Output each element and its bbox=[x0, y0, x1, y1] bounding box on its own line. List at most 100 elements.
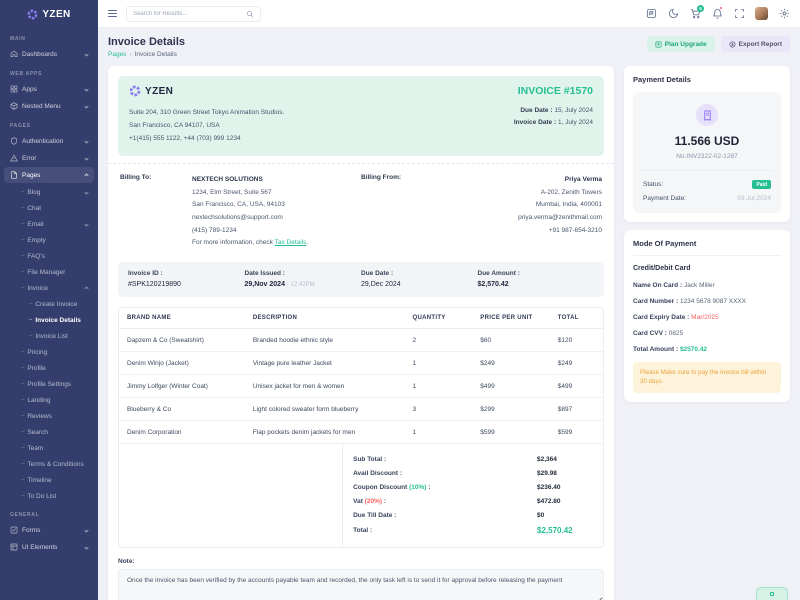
chevron-down-icon bbox=[84, 222, 88, 226]
sidebar-item-team[interactable]: Team bbox=[0, 440, 98, 456]
cell-qty: 2 bbox=[405, 329, 473, 352]
sidebar-item-apps[interactable]: Apps bbox=[4, 81, 94, 97]
sidebar-item-invoice[interactable]: Invoice bbox=[0, 280, 98, 296]
invoice-number: INVOICE #1570 bbox=[514, 85, 593, 97]
sidebar-item-dashboards[interactable]: Dashboards bbox=[4, 46, 94, 62]
sidebar-item-profile-settings[interactable]: Profile Settings bbox=[0, 376, 98, 392]
cell-description: Branded hoodie ethnic style bbox=[245, 329, 405, 352]
user-avatar[interactable] bbox=[755, 7, 768, 20]
invoice-items-box: BRAND NAME DESCRIPTION QUANTITY PRICE PE… bbox=[118, 307, 604, 548]
sidebar-item-create-invoice[interactable]: Create Invoice bbox=[0, 296, 98, 312]
sidebar-item-chat[interactable]: Chat bbox=[0, 200, 98, 216]
invoice-due-date: Due Date : 15, July 2024 bbox=[514, 105, 593, 117]
sidebar-item-profile[interactable]: Profile bbox=[0, 360, 98, 376]
country-flag-icon[interactable] bbox=[645, 8, 657, 20]
nav-label: Search bbox=[27, 429, 48, 436]
sidebar-item-terms-conditions[interactable]: Terms & Conditions bbox=[0, 456, 98, 472]
meta-due-amount: Due Amount : $2,570.42 bbox=[478, 270, 595, 288]
theme-switcher-button[interactable] bbox=[756, 587, 788, 600]
invoice-date-label: Invoice Date : bbox=[514, 119, 556, 126]
switcher-icon bbox=[770, 592, 774, 596]
breadcrumb-parent[interactable]: Pages bbox=[108, 51, 126, 58]
nav-label: Nested Menu bbox=[22, 103, 61, 110]
field-label: Card CVV : bbox=[633, 330, 669, 337]
billing-from-name: Priya Verma bbox=[518, 174, 602, 187]
meta-label: Date Issued : bbox=[245, 270, 362, 277]
tax-details-link[interactable]: Tax Details bbox=[275, 239, 307, 246]
billing-section: Billing To: NEXTECH SOLUTIONS 1234, Elm … bbox=[118, 164, 604, 259]
layout-icon bbox=[10, 543, 18, 551]
total-row-vat: Vat (20%) :$472.80 bbox=[353, 494, 593, 508]
sidebar-item-landing[interactable]: Landing bbox=[0, 392, 98, 408]
export-report-button[interactable]: Export Report bbox=[721, 36, 790, 52]
sidebar-item-faqs[interactable]: FAQ's bbox=[0, 248, 98, 264]
breadcrumb-current: Invoice Details bbox=[135, 51, 177, 58]
nav-label: Pages bbox=[22, 172, 40, 179]
search-box[interactable] bbox=[126, 6, 261, 22]
sidebar-item-file-manager[interactable]: File Manager bbox=[0, 264, 98, 280]
cell-qty: 1 bbox=[405, 375, 473, 398]
brand-logo[interactable]: YZEN bbox=[0, 0, 98, 28]
settings-gear-icon[interactable] bbox=[778, 8, 790, 20]
field-value: $2570.42 bbox=[680, 346, 707, 353]
receipt-icon bbox=[696, 104, 718, 126]
address-line: San Francisco, CA 94107, USA bbox=[129, 119, 284, 132]
total-value: $236.40 bbox=[537, 484, 593, 491]
field-value: Mar/2025 bbox=[691, 314, 718, 321]
search-input[interactable] bbox=[133, 11, 242, 17]
payment-date-label: Payment Date: bbox=[643, 195, 686, 202]
box-icon bbox=[10, 102, 18, 110]
sidebar-item-reviews[interactable]: Reviews bbox=[0, 408, 98, 424]
note-label: Note: bbox=[118, 558, 604, 565]
page-header-buttons: Plan Upgrade Export Report bbox=[647, 36, 790, 52]
nav-label: Chat bbox=[27, 205, 41, 212]
field-name-on-card: Name On Card : Jack Miller bbox=[633, 282, 781, 289]
billing-to-label: Billing To: bbox=[120, 174, 192, 250]
dark-mode-moon-icon[interactable] bbox=[667, 8, 679, 20]
sidebar-item-search[interactable]: Search bbox=[0, 424, 98, 440]
nav-section-webapps: WEB APPS bbox=[0, 63, 98, 80]
plan-upgrade-button[interactable]: Plan Upgrade bbox=[647, 36, 715, 52]
sidebar-item-email[interactable]: Email bbox=[0, 216, 98, 232]
sidebar-item-timeline[interactable]: Timeline bbox=[0, 472, 98, 488]
nav-label: Blog bbox=[27, 189, 40, 196]
search-icon[interactable] bbox=[246, 10, 254, 18]
field-card-expiry: Card Expiry Date : Mar/2025 bbox=[633, 314, 781, 321]
nav-label: Authentication bbox=[22, 138, 63, 145]
field-label: Name On Card : bbox=[633, 282, 684, 289]
brand-name: YZEN bbox=[42, 9, 70, 20]
due-date-value: 15, July 2024 bbox=[554, 107, 593, 114]
sidebar-item-blog[interactable]: Blog bbox=[0, 184, 98, 200]
hamburger-menu-icon[interactable] bbox=[108, 10, 117, 18]
sidebar-item-forms[interactable]: Forms bbox=[4, 522, 94, 538]
meta-label: Due Date : bbox=[361, 270, 478, 277]
status-label: Status: bbox=[643, 181, 663, 188]
sidebar-item-todo-list[interactable]: To Do List bbox=[0, 488, 98, 504]
sidebar-item-error[interactable]: Error bbox=[4, 150, 94, 166]
cell-brand: Dapzem & Co (Sweatshirt) bbox=[119, 329, 245, 352]
billing-to-line: nextechsolutions@support.com bbox=[192, 212, 308, 225]
nav-label: Timeline bbox=[27, 477, 51, 484]
shield-icon bbox=[10, 137, 18, 145]
home-icon bbox=[10, 50, 18, 58]
sidebar-item-invoice-details[interactable]: Invoice Details bbox=[0, 312, 98, 328]
sidebar-item-invoice-list[interactable]: Invoice List bbox=[0, 328, 98, 344]
fullscreen-icon[interactable] bbox=[733, 8, 745, 20]
note-textarea[interactable]: Once the invoice has been verified by th… bbox=[118, 569, 604, 600]
alert-triangle-icon bbox=[10, 154, 18, 162]
sidebar-item-ui-elements[interactable]: UI Elements bbox=[4, 539, 94, 555]
sidebar-item-authentication[interactable]: Authentication bbox=[4, 133, 94, 149]
notification-dot bbox=[719, 6, 723, 10]
payment-warning-alert: Please Make sure to pay the invoice bill… bbox=[633, 362, 781, 393]
payment-reference: No.INV2322-02-1287 bbox=[641, 153, 773, 170]
sidebar-item-empty[interactable]: Empty bbox=[0, 232, 98, 248]
sidebar-item-pages[interactable]: Pages bbox=[4, 167, 94, 183]
notifications-bell-icon[interactable] bbox=[711, 8, 723, 20]
sidebar-item-nested-menu[interactable]: Nested Menu bbox=[4, 98, 94, 114]
cell-price: $60 bbox=[472, 329, 549, 352]
cart-icon[interactable]: 5 bbox=[689, 8, 701, 20]
nav-label: Landing bbox=[27, 397, 50, 404]
table-row: Dapzem & Co (Sweatshirt) Branded hoodie … bbox=[119, 329, 603, 352]
sidebar-item-pricing[interactable]: Pricing bbox=[0, 344, 98, 360]
col-quantity: QUANTITY bbox=[405, 308, 473, 329]
